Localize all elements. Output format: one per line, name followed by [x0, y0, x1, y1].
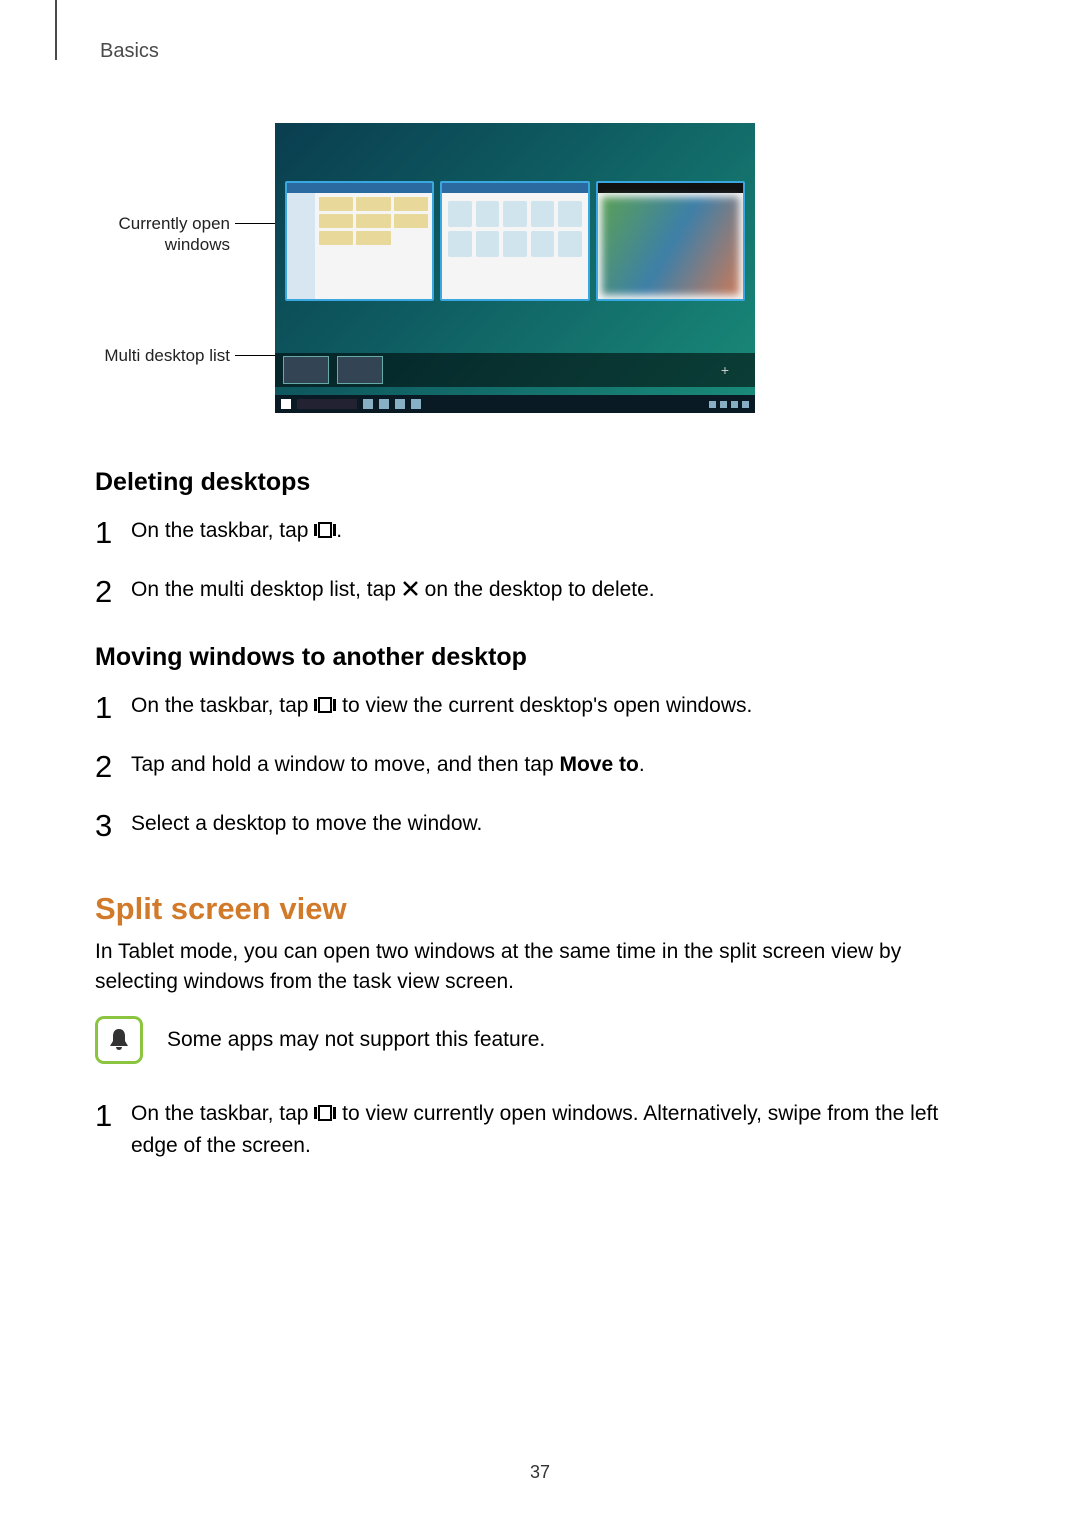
task-view-icon [314, 1101, 336, 1131]
task-view-figure: Currently open windows Multi desktop lis… [95, 123, 985, 423]
search-box [297, 399, 357, 409]
step-text: On the multi desktop list, tap on the de… [131, 570, 655, 606]
callout-text: Multi desktop list [104, 346, 230, 365]
step-text: On the taskbar, tap to view the current … [131, 686, 752, 723]
callout-text: Currently open [118, 214, 230, 233]
tray-icon [731, 401, 738, 408]
task-view-icon [314, 518, 336, 548]
task-view-icon [314, 693, 336, 723]
new-desktop-button: + [703, 357, 747, 383]
tray-icon [742, 401, 749, 408]
paragraph: In Tablet mode, you can open two windows… [95, 937, 985, 998]
subheading-deleting: Deleting desktops [95, 468, 985, 497]
step-item: 2 Tap and hold a window to move, and the… [95, 745, 985, 790]
step-item: 1 On the taskbar, tap to view the curren… [95, 686, 985, 731]
note-text: Some apps may not support this feature. [167, 1028, 545, 1052]
desktop-thumb [283, 356, 329, 384]
header-rule [55, 0, 57, 60]
step-text: On the taskbar, tap to view currently op… [131, 1094, 985, 1162]
step-item: 2 On the multi desktop list, tap on the … [95, 570, 985, 615]
step-item: 1 On the taskbar, tap . [95, 511, 985, 556]
step-number: 2 [95, 570, 131, 615]
start-icon [281, 399, 291, 409]
step-item: 1 On the taskbar, tap to view currently … [95, 1094, 985, 1162]
step-text: Select a desktop to move the window. [131, 804, 482, 839]
step-number: 3 [95, 804, 131, 849]
taskbar-app-icon [411, 399, 421, 409]
subheading-moving: Moving windows to another desktop [95, 643, 985, 672]
bold-text: Move to [559, 753, 638, 776]
page-number: 37 [0, 1462, 1080, 1483]
step-text: On the taskbar, tap . [131, 511, 342, 548]
step-number: 1 [95, 511, 131, 556]
callout-multi-desktop: Multi desktop list [35, 345, 230, 366]
desktop-thumb [337, 356, 383, 384]
note: Some apps may not support this feature. [95, 1016, 985, 1064]
screenshot-task-view: + [275, 123, 755, 413]
taskbar-app-icon [395, 399, 405, 409]
heading-split-screen: Split screen view [95, 891, 985, 927]
tray-icon [720, 401, 727, 408]
section-header: Basics [100, 40, 985, 63]
callout-text: windows [165, 235, 230, 254]
step-text: Tap and hold a window to move, and then … [131, 745, 645, 780]
tray-icon [709, 401, 716, 408]
taskbar-app-icon [363, 399, 373, 409]
step-number: 1 [95, 1094, 131, 1139]
window-settings [440, 181, 589, 301]
step-number: 1 [95, 686, 131, 731]
window-photos [596, 181, 745, 301]
taskbar [275, 395, 755, 413]
step-item: 3 Select a desktop to move the window. [95, 804, 985, 849]
taskbar-app-icon [379, 399, 389, 409]
close-icon [402, 577, 419, 606]
step-number: 2 [95, 745, 131, 790]
open-windows-row [285, 181, 745, 301]
manual-page: Basics Currently open windows Multi desk… [0, 0, 1080, 1527]
note-bell-icon [95, 1016, 143, 1064]
window-file-explorer [285, 181, 434, 301]
callout-open-windows: Currently open windows [35, 213, 230, 256]
multi-desktop-strip: + [275, 353, 755, 387]
